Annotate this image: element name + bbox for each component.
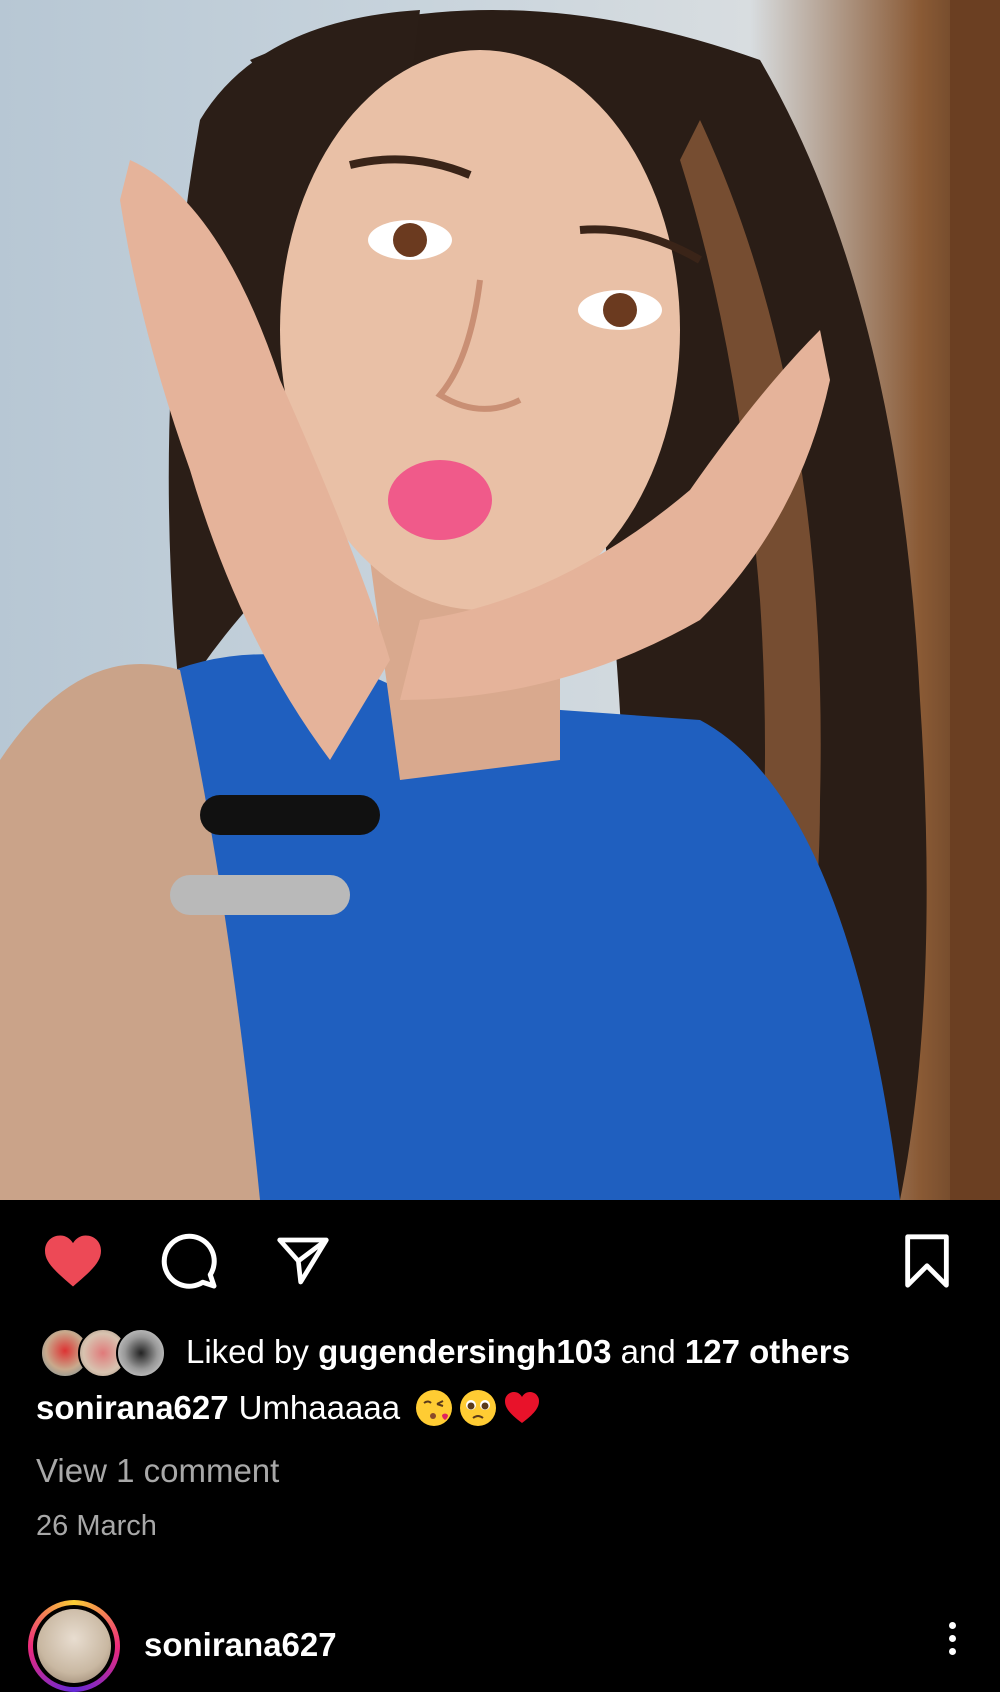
post-date: 26 March [36, 1510, 157, 1542]
more-options-button[interactable] [932, 1608, 972, 1668]
post-image[interactable] [0, 0, 1000, 1200]
send-icon [277, 1237, 329, 1285]
red-heart-icon [505, 1392, 540, 1423]
bookmark-icon [905, 1234, 949, 1288]
face-blowing-kiss-icon [416, 1390, 453, 1426]
liked-by-prefix: Liked by [186, 1333, 319, 1370]
like-button[interactable] [40, 1230, 106, 1292]
comment-icon [161, 1233, 217, 1289]
save-button[interactable] [894, 1230, 960, 1292]
pleading-face-icon [460, 1390, 497, 1426]
caption-username[interactable]: sonirana627 [36, 1389, 229, 1427]
next-post-username[interactable]: sonirana627 [144, 1626, 337, 1664]
liker-avatars [40, 1328, 166, 1378]
caption-text: Umhaaaaa [238, 1389, 401, 1426]
more-vertical-icon [948, 1621, 956, 1629]
avatar [116, 1328, 166, 1378]
liked-by-and: and [611, 1333, 685, 1370]
share-button[interactable] [270, 1230, 336, 1292]
post-action-bar [0, 1230, 1000, 1292]
liked-by-others[interactable]: 127 others [685, 1333, 850, 1371]
next-post-header: sonirana627 [28, 1596, 972, 1692]
heart-icon [45, 1235, 101, 1287]
portrait-illustration [0, 0, 1000, 1200]
story-ring-avatar[interactable] [28, 1600, 120, 1692]
liked-by-user[interactable]: gugendersingh103 [318, 1333, 611, 1371]
comment-button[interactable] [156, 1230, 222, 1292]
view-comments-link[interactable]: View 1 comment [36, 1452, 279, 1490]
post-caption: sonirana627 Umhaaaaa [36, 1388, 542, 1428]
likes-summary[interactable]: Liked by gugendersingh103 and 127 others [40, 1326, 850, 1378]
